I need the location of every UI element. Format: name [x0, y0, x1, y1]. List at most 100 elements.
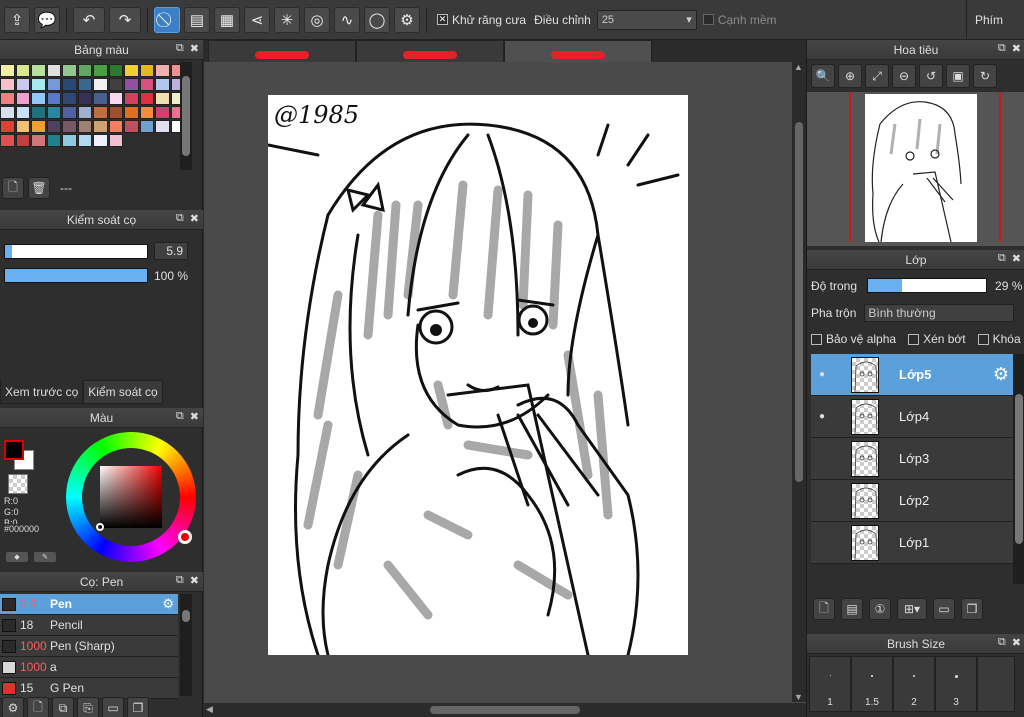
palette-swatch[interactable] [155, 120, 170, 133]
layer-list-scrollbar[interactable] [1013, 354, 1024, 584]
palette-swatch[interactable] [0, 106, 15, 119]
redo-icon[interactable]: ↷ [109, 6, 141, 33]
palette-swatch[interactable] [62, 64, 77, 77]
visibility-eye-icon[interactable]: ● [811, 411, 833, 422]
sv-marker[interactable] [96, 523, 104, 531]
palette-swatch[interactable] [15, 134, 30, 147]
drawing-canvas[interactable]: @1985 [268, 95, 688, 655]
tab-document-3[interactable] [504, 40, 652, 62]
brush-size-cell[interactable]: 1 [809, 656, 851, 712]
brush-settings-icon[interactable]: ⚙ [2, 697, 24, 717]
new-1bit-layer-icon[interactable]: ① [869, 598, 891, 620]
palette-swatch[interactable] [77, 120, 92, 133]
close-icon[interactable]: ✖ [190, 410, 199, 423]
antialias-toggle[interactable]: ✕ Khử răng cưa [437, 13, 526, 27]
palette-swatch[interactable] [0, 134, 15, 147]
snap-curve-icon[interactable]: ∿ [334, 6, 360, 33]
tab-document-1[interactable] [208, 40, 356, 62]
close-icon[interactable]: ✖ [190, 212, 199, 225]
palette-swatch[interactable] [139, 120, 154, 133]
snap-vanish-icon[interactable]: ⋖ [244, 6, 270, 33]
layer-scroll-thumb[interactable] [1015, 394, 1023, 544]
close-icon[interactable]: ✖ [1012, 636, 1021, 649]
rotate-right-icon[interactable]: ↻ [973, 64, 997, 88]
duplicate-icon[interactable]: ❐ [127, 697, 149, 717]
scroll-left-arrow[interactable]: ◀ [206, 704, 213, 715]
brush-item[interactable]: 15 G Pen [0, 678, 178, 699]
palette-swatch[interactable] [93, 78, 108, 91]
palette-swatch[interactable] [15, 64, 30, 77]
add-layer-menu-icon[interactable]: ⊞▾ [897, 598, 927, 620]
palette-swatch[interactable] [62, 106, 77, 119]
popout-icon[interactable]: ⧉ [176, 410, 184, 423]
brush-size-cell[interactable]: 3 [935, 656, 977, 712]
palette-swatch[interactable] [0, 120, 15, 133]
soft-edge-checkbox[interactable] [702, 14, 714, 25]
popout-icon[interactable]: ⧉ [998, 636, 1006, 649]
antialias-checkbox[interactable]: ✕ [437, 14, 448, 25]
new-folder-icon[interactable]: ▭ [933, 598, 955, 620]
popout-icon[interactable]: ⧉ [998, 252, 1006, 265]
palette-swatch[interactable] [93, 92, 108, 105]
brush-opacity-slider[interactable] [4, 268, 148, 283]
palette-swatch[interactable] [31, 134, 46, 147]
brush-size-cell[interactable]: 1.5 [851, 656, 893, 712]
palette-swatch[interactable] [124, 78, 139, 91]
palette-swatch[interactable] [108, 64, 123, 77]
saturation-value-square[interactable] [100, 466, 162, 528]
palette-swatch[interactable] [93, 120, 108, 133]
palette-swatch[interactable] [124, 92, 139, 105]
popout-icon[interactable]: ⧉ [176, 212, 184, 225]
brush-settings-gear-icon[interactable]: ⚙ [162, 596, 174, 612]
layer-settings-gear-icon[interactable]: ⚙ [993, 364, 1009, 385]
palette-swatch[interactable] [108, 78, 123, 91]
snap-off-icon[interactable]: ⃠ [154, 6, 180, 33]
new-palette-icon[interactable]: 🗋 [2, 177, 24, 199]
tab-brush-control[interactable]: Kiểm soát cọ [83, 380, 163, 404]
folder-icon[interactable]: ▭ [102, 697, 124, 717]
palette-swatch[interactable] [139, 106, 154, 119]
close-icon[interactable]: ✖ [1012, 252, 1021, 265]
close-icon[interactable]: ✖ [190, 42, 199, 55]
palette-swatch[interactable] [108, 134, 123, 147]
shortcut-panel-tab[interactable]: Phím [966, 0, 1024, 40]
palette-swatch[interactable] [155, 106, 170, 119]
palette-swatch[interactable] [62, 92, 77, 105]
clipping-checkbox[interactable] [908, 333, 920, 345]
snap-settings-icon[interactable]: ⚙ [394, 6, 420, 33]
close-icon[interactable]: ✖ [1012, 42, 1021, 55]
snap-ellipse-icon[interactable]: ◯ [364, 6, 390, 33]
palette-swatch[interactable] [93, 134, 108, 147]
palette-swatch[interactable] [108, 120, 123, 133]
palette-swatch[interactable] [15, 78, 30, 91]
canvas-vertical-scrollbar[interactable]: ▲ ▼ [792, 62, 806, 702]
snap-circle-icon[interactable]: ◎ [304, 6, 330, 33]
fit-window-icon[interactable]: ⤢ [865, 64, 889, 88]
popout-icon[interactable]: ⧉ [176, 42, 184, 55]
palette-swatch[interactable] [139, 78, 154, 91]
comment-icon[interactable]: 💬 [34, 6, 60, 33]
new-halftone-layer-icon[interactable]: ▤ [841, 598, 863, 620]
snap-parallel-icon[interactable]: ▤ [184, 6, 210, 33]
palette-scroll-thumb[interactable] [182, 76, 190, 156]
palette-swatch[interactable] [31, 78, 46, 91]
zoom-out-icon[interactable]: ⊖ [892, 64, 916, 88]
palette-swatch[interactable] [155, 92, 170, 105]
palette-swatch[interactable] [77, 134, 92, 147]
add-brush-menu-icon[interactable]: ⧉ [52, 697, 74, 717]
brush-size-slider[interactable] [4, 243, 148, 259]
foreground-color-swatch[interactable] [4, 440, 24, 460]
palette-swatch[interactable] [93, 64, 108, 77]
new-brush-icon[interactable]: 🗋 [27, 697, 49, 717]
palette-swatch[interactable] [62, 120, 77, 133]
layer-item[interactable]: ● Lớp5 ⚙ [811, 354, 1013, 396]
palette-swatch[interactable] [0, 64, 15, 77]
palette-swatch[interactable] [15, 106, 30, 119]
zoom-fit-icon[interactable]: 🔍 [811, 64, 835, 88]
brush-scroll-thumb[interactable] [182, 610, 190, 622]
navigator-preview[interactable] [807, 92, 1024, 246]
brush-item[interactable]: 18 Pencil [0, 615, 178, 636]
palette-swatch[interactable] [46, 106, 61, 119]
palette-swatch[interactable] [139, 64, 154, 77]
zoom-in-icon[interactable]: ⊕ [838, 64, 862, 88]
